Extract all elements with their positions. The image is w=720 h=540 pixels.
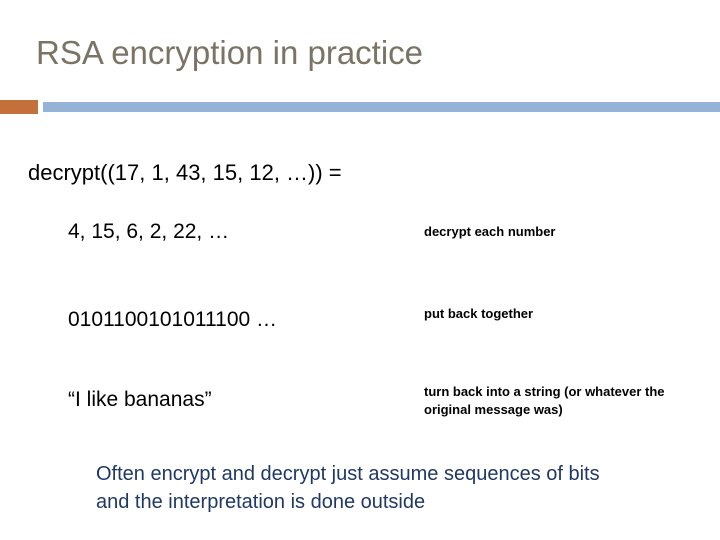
step-value-3: “I like bananas” — [68, 388, 212, 411]
divider-bar — [43, 102, 720, 112]
slide-body: decrypt((17, 1, 43, 15, 12, …)) = 4, 15,… — [0, 120, 720, 540]
step-note-3: turn back into a string (or whatever the… — [424, 384, 665, 417]
closing-remark: Often encrypt and decrypt just assume se… — [96, 463, 600, 514]
title-divider — [0, 100, 720, 114]
step-value-1: 4, 15, 6, 2, 22, … — [68, 220, 230, 243]
page-title: RSA encryption in practice — [36, 34, 424, 71]
slide: RSA encryption in practice decrypt((17, … — [0, 0, 720, 540]
divider-accent-block — [0, 100, 38, 114]
step-note-2: put back together — [424, 306, 534, 321]
step-note-1: decrypt each number — [424, 224, 556, 239]
step-value-2: 0101100101011100 … — [68, 308, 278, 331]
decrypt-expression: decrypt((17, 1, 43, 15, 12, …)) = — [28, 160, 342, 185]
